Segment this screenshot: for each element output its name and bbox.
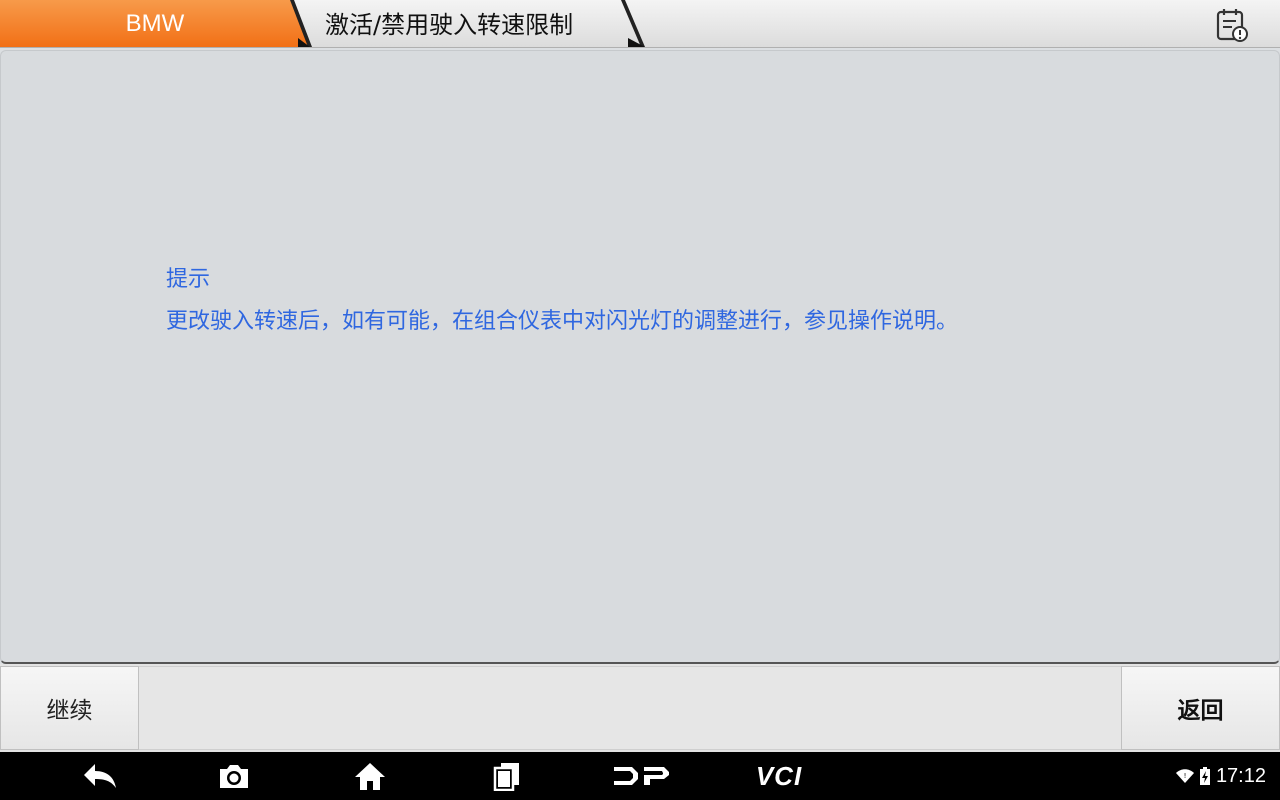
brand-tab[interactable]: BMW [0,0,312,47]
svg-text:!: ! [1184,772,1187,780]
message-title: 提示 [166,267,211,292]
breadcrumb-label: 激活/禁用驶入转速限制 [325,11,574,39]
status-area: ! 17:12 [1175,752,1266,800]
battery-icon [1199,767,1210,785]
breadcrumb[interactable]: 激活/禁用驶入转速限制 [288,0,648,47]
action-bar-spacer [139,666,1121,750]
home-icon[interactable] [352,760,388,792]
system-nav-bar: VCI ! 17:12 [0,752,1280,800]
recents-icon[interactable] [490,760,524,792]
vci-label: VCI [755,760,803,791]
message-text: 更改驶入转速后，如有可能，在组合仪表中对闪光灯的调整进行，参见操作说明。 [166,309,959,334]
message-panel: 提示 更改驶入转速后，如有可能，在组合仪表中对闪光灯的调整进行，参见操作说明。 [0,50,1280,664]
continue-button[interactable]: 继续 [0,666,139,750]
wifi-icon: ! [1175,769,1194,783]
message-block: 提示 更改驶入转速后，如有可能，在组合仪表中对闪光灯的调整进行，参见操作说明。 [166,259,958,343]
action-bar: 继续 返回 [0,664,1280,752]
dp-icon[interactable] [612,760,672,792]
camera-icon[interactable] [216,760,252,792]
back-button[interactable]: 返回 [1121,666,1280,750]
clock: 17:12 [1215,764,1266,787]
vci-icon[interactable]: VCI [744,760,814,792]
back-icon[interactable] [80,760,120,792]
report-icon[interactable] [1214,7,1250,43]
brand-label: BMW [125,10,185,37]
top-bar: BMW 激活/禁用驶入转速限制 [0,0,1280,48]
